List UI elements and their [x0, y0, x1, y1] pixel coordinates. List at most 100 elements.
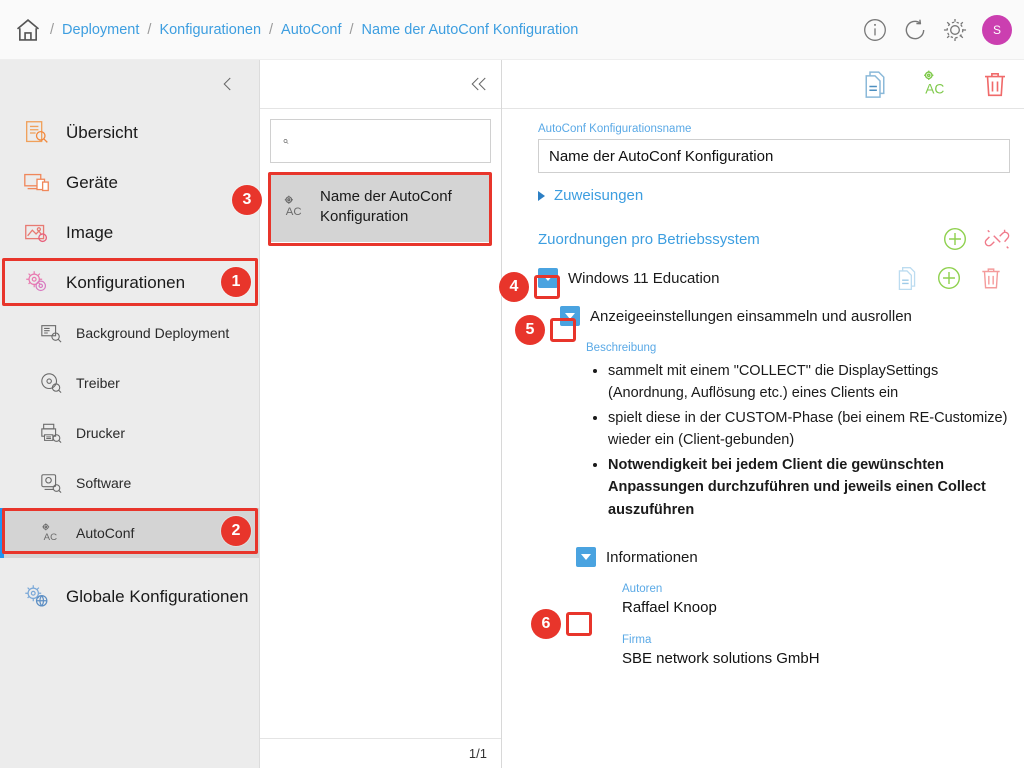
sidebar-item-label: Konfigurationen: [66, 273, 186, 292]
top-bar-actions: S: [862, 0, 1012, 60]
os-assignments-section-header: Zuordnungen pro Betriebssystem: [538, 226, 1010, 252]
assignments-label: Zuweisungen: [554, 187, 644, 204]
plus-circle-icon[interactable]: [936, 265, 962, 291]
config-name-input[interactable]: [538, 139, 1010, 173]
autoconf-icon[interactable]: AC: [920, 69, 950, 99]
breadcrumb-item-autoconf[interactable]: AutoConf: [281, 22, 341, 38]
information-title: Informationen: [606, 548, 698, 566]
software-icon: [41, 474, 62, 494]
image-icon: [25, 224, 48, 243]
search-icon: [283, 138, 289, 144]
chevron-left-icon[interactable]: [219, 75, 237, 93]
assignments-accordion[interactable]: Zuweisungen: [538, 187, 1010, 204]
svg-text:AC: AC: [925, 81, 944, 96]
sidebar-item-background-deployment[interactable]: Background Deployment: [0, 308, 259, 358]
chevron-left-icon[interactable]: [474, 75, 492, 93]
detail-body: AutoConf Konfigurationsname Zuweisungen …: [502, 108, 1024, 768]
os-entry-title: Windows 11 Education: [568, 269, 720, 287]
configurations-icon: [26, 271, 47, 292]
sidebar-item-globale-konfigurationen[interactable]: Globale Konfigurationen: [0, 572, 259, 622]
os-assignments-title: Zuordnungen pro Betriebssystem: [538, 230, 760, 248]
driver-icon: [41, 373, 62, 394]
os-assignments-actions: [942, 226, 1010, 252]
sidebar-item-label: Treiber: [76, 375, 120, 391]
information-row: Informationen: [576, 547, 1010, 568]
trash-icon[interactable]: [978, 265, 1004, 291]
trash-icon[interactable]: [980, 69, 1010, 99]
os-entry-row: Windows 11 Education: [538, 265, 1010, 291]
list-panel-body: AC Name der AutoConf Konfiguration: [260, 108, 501, 740]
sidebar-item-drucker[interactable]: Drucker: [0, 408, 259, 458]
detail-toolbar: AC: [478, 60, 1024, 108]
home-icon[interactable]: [14, 16, 42, 44]
top-bar: / Deployment / Konfigurationen / AutoCon…: [0, 0, 1024, 60]
description-block: Beschreibung sammelt mit einem "COLLECT"…: [586, 342, 1010, 521]
background-deployment-icon: [41, 325, 62, 343]
description-list: sammelt mit einem "COLLECT" die DisplayS…: [586, 360, 1010, 521]
breadcrumb-item-current[interactable]: Name der AutoConf Konfiguration: [362, 22, 579, 38]
sidebar-item-konfigurationen[interactable]: Konfigurationen: [0, 258, 259, 308]
information-fields: Autoren Raffael Knoop Firma SBE network …: [622, 583, 1010, 667]
breadcrumb-separator-2: /: [269, 21, 274, 38]
global-configurations-icon: [25, 585, 48, 607]
information-field-label: Autoren: [622, 583, 663, 596]
breadcrumb-item-konfigurationen[interactable]: Konfigurationen: [159, 22, 261, 38]
sidebar-collapse-row: [0, 60, 259, 108]
sidebar-item-image[interactable]: Image: [0, 208, 259, 258]
breadcrumb-separator-3: /: [349, 21, 354, 38]
information-field-value: Raffael Knoop: [622, 599, 717, 617]
breadcrumb: / Deployment / Konfigurationen / AutoCon…: [42, 22, 578, 38]
copy-document-icon[interactable]: [894, 265, 920, 291]
sidebar-item-label: AutoConf: [76, 525, 135, 541]
sidebar-item-label: Globale Konfigurationen: [66, 587, 249, 606]
broken-link-icon[interactable]: [984, 226, 1010, 252]
sidebar-item-label: Drucker: [76, 425, 126, 441]
overview-icon: [26, 121, 48, 143]
sidebar-item-label: Übersicht: [66, 123, 138, 142]
information-field-label: Firma: [622, 634, 652, 647]
list-panel-footer: 1/1: [260, 738, 501, 768]
search-input[interactable]: [297, 133, 478, 149]
plus-circle-icon[interactable]: [942, 226, 968, 252]
description-bullet: Notwendigkeit bei jedem Client die gewün…: [608, 454, 1010, 521]
printer-icon: [41, 423, 62, 444]
os-entry-toggle[interactable]: [538, 268, 558, 288]
avatar-initial: S: [992, 23, 1001, 37]
sidebar-item-label: Software: [76, 475, 132, 491]
sidebar-item-software[interactable]: Software: [0, 458, 259, 508]
list-panel: AC Name der AutoConf Konfiguration 1/1: [260, 60, 502, 768]
svg-text:AC: AC: [286, 206, 302, 218]
info-icon[interactable]: [862, 17, 888, 43]
description-bullet: spielt diese in der CUSTOM-Phase (bei ei…: [608, 407, 1010, 452]
app-root: / Deployment / Konfigurationen / AutoCon…: [0, 0, 1024, 768]
breadcrumb-item-deployment[interactable]: Deployment: [62, 22, 139, 38]
description-label: Beschreibung: [586, 342, 657, 354]
sub-entry-title: Anzeigeeinstellungen einsammeln und ausr…: [590, 307, 912, 325]
breadcrumb-separator-0: /: [50, 21, 55, 38]
sidebar-item-label: Background Deployment: [76, 325, 230, 341]
sidebar-item-label: Image: [66, 223, 114, 242]
sidebar-item-uebersicht[interactable]: Übersicht: [0, 108, 259, 158]
devices-icon: [24, 173, 49, 192]
sidebar-item-autoconf[interactable]: AC AutoConf: [0, 508, 259, 558]
sub-entry-toggle[interactable]: [560, 306, 580, 326]
information-field-value: SBE network solutions GmbH: [622, 650, 820, 668]
information-toggle[interactable]: [576, 547, 596, 568]
gear-icon[interactable]: [942, 17, 968, 43]
triangle-right-icon: [538, 190, 545, 201]
copy-document-icon[interactable]: [860, 69, 890, 99]
list-item-autoconf-config[interactable]: AC Name der AutoConf Konfiguration: [270, 173, 491, 242]
search-box[interactable]: [270, 119, 491, 163]
sidebar-item-treiber[interactable]: Treiber: [0, 358, 259, 408]
sub-entry-row: Anzeigeeinstellungen einsammeln und ausr…: [560, 306, 1010, 326]
refresh-icon[interactable]: [902, 17, 928, 43]
avatar[interactable]: S: [982, 15, 1012, 45]
list-panel-collapse-row: [260, 60, 501, 108]
detail-panel: AC AutoConf Konfigurationsname Zuweisung…: [478, 60, 1024, 768]
description-bullet: sammelt mit einem "COLLECT" die DisplayS…: [608, 360, 1010, 405]
os-entry-actions: [894, 265, 1004, 291]
sidebar-item-geraete[interactable]: Geräte: [0, 158, 259, 208]
svg-text:AC: AC: [44, 532, 57, 543]
autoconf-icon: AC: [42, 523, 57, 543]
autoconf-icon: AC: [284, 195, 302, 218]
